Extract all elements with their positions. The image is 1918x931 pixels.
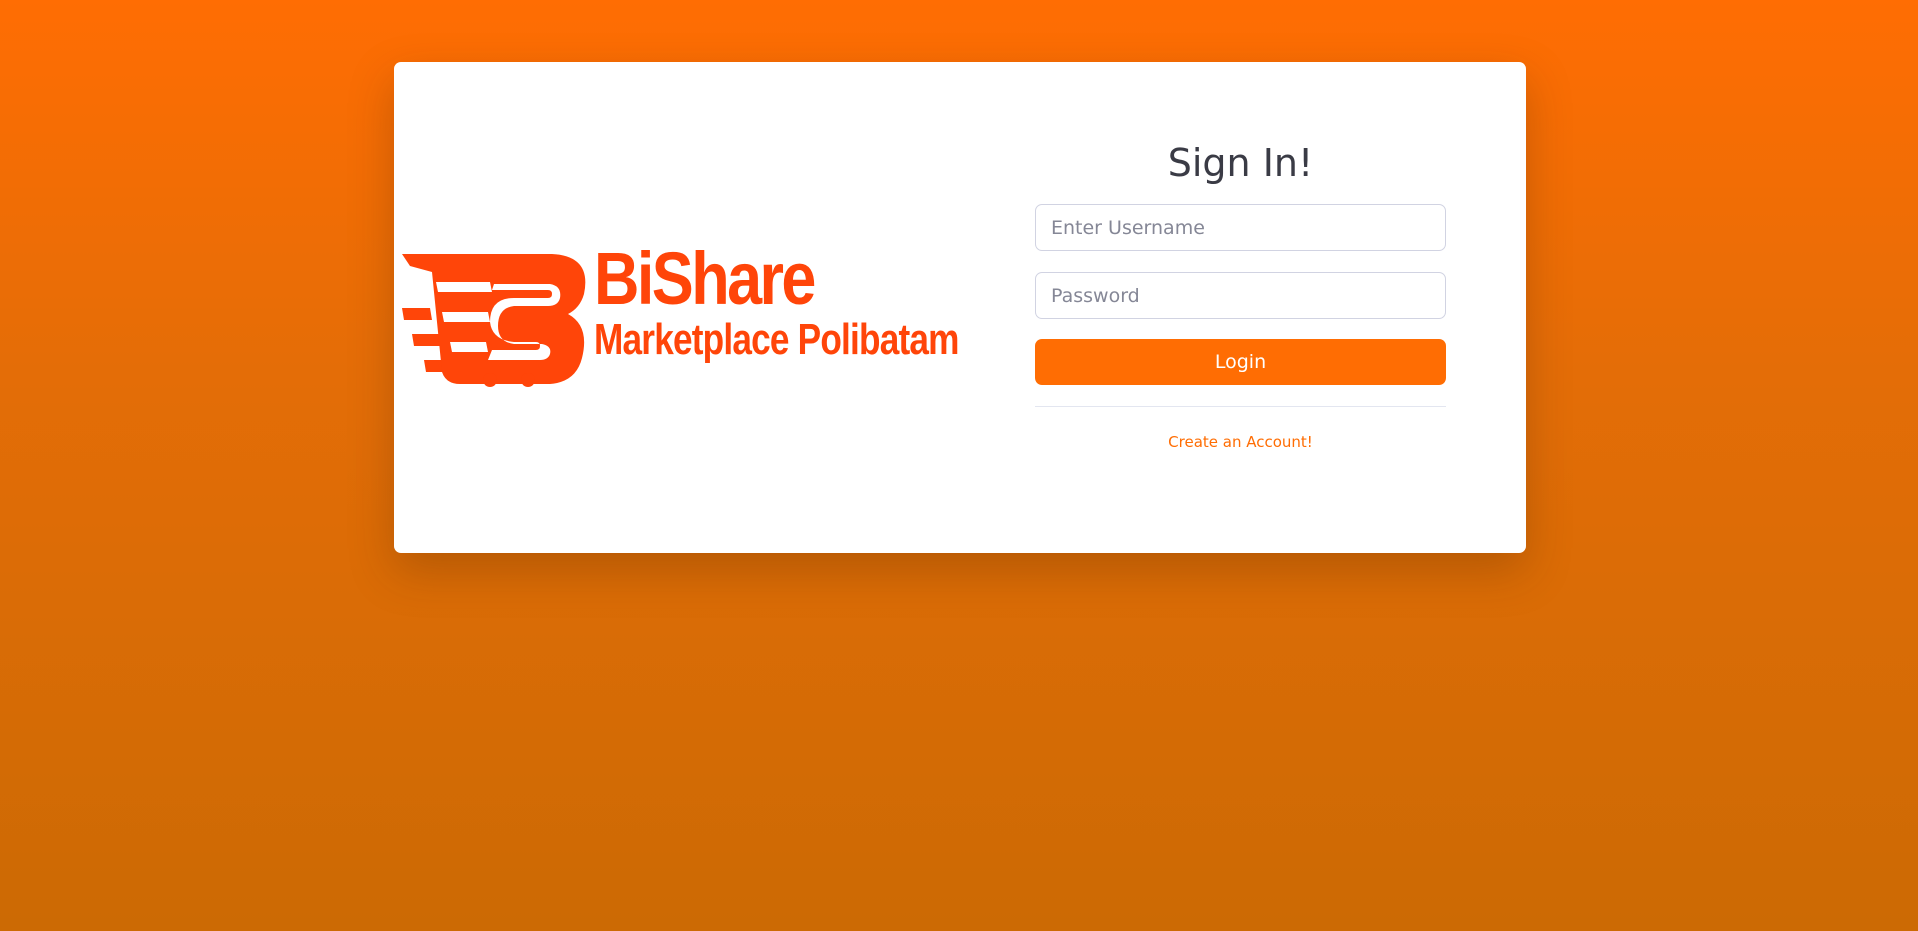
brand-name: BiShare — [594, 237, 816, 320]
brand-logo: BiShare Marketplace Polibatam — [402, 242, 962, 392]
brand-tagline: Marketplace Polibatam — [594, 315, 959, 364]
form-divider — [1035, 406, 1446, 407]
login-card: BiShare Marketplace Polibatam Sign In! L… — [394, 62, 1526, 553]
sign-in-form: Sign In! Login Create an Account! — [1035, 140, 1446, 451]
page-title: Sign In! — [1167, 141, 1314, 185]
username-input[interactable] — [1035, 204, 1446, 251]
shopping-cart-s-icon — [402, 254, 586, 387]
password-input[interactable] — [1035, 272, 1446, 319]
login-button[interactable]: Login — [1035, 339, 1446, 385]
create-account-link[interactable]: Create an Account! — [1035, 433, 1446, 451]
